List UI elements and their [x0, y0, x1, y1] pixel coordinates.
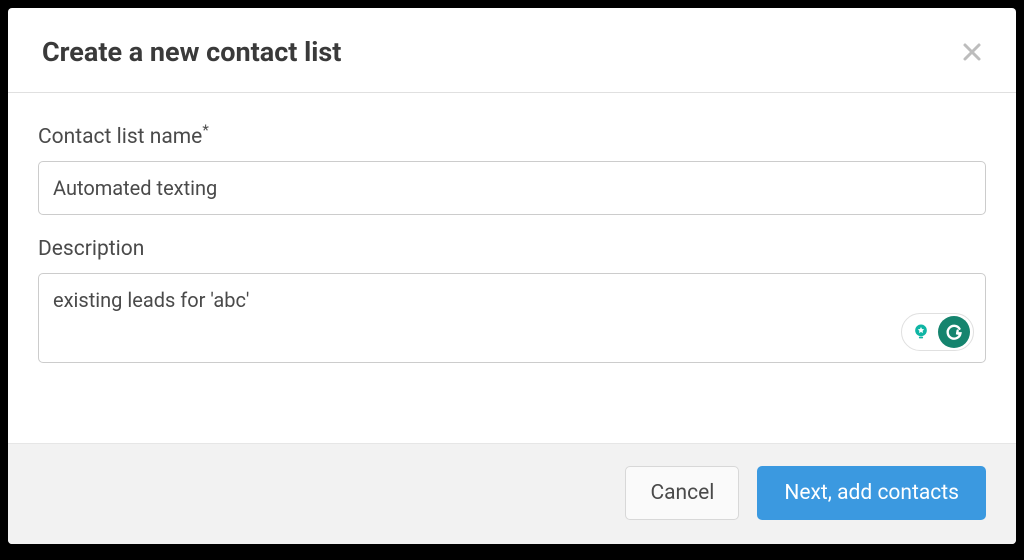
contact-list-name-label-text: Contact list name: [38, 125, 202, 149]
close-button[interactable]: [958, 38, 986, 66]
modal-footer: Cancel Next, add contacts: [8, 443, 1016, 544]
contact-list-name-input[interactable]: [38, 161, 986, 215]
required-asterisk: *: [202, 121, 208, 139]
contact-list-name-label: Contact list name*: [38, 121, 986, 149]
modal-body: Contact list name* Description: [8, 93, 1016, 443]
grammarly-icon: [938, 316, 970, 348]
modal-title: Create a new contact list: [42, 36, 341, 68]
modal-header: Create a new contact list: [8, 8, 1016, 93]
close-icon: [960, 40, 984, 64]
description-group: Description: [38, 237, 986, 367]
grammarly-widget[interactable]: [901, 313, 974, 351]
create-contact-list-modal: Create a new contact list Contact list n…: [8, 8, 1016, 544]
description-label: Description: [38, 237, 986, 261]
lightbulb-icon: [910, 321, 932, 343]
contact-list-name-group: Contact list name*: [38, 121, 986, 215]
description-wrapper: [38, 273, 986, 367]
cancel-button[interactable]: Cancel: [625, 466, 739, 520]
next-add-contacts-button[interactable]: Next, add contacts: [757, 466, 986, 520]
description-input[interactable]: [38, 273, 986, 363]
